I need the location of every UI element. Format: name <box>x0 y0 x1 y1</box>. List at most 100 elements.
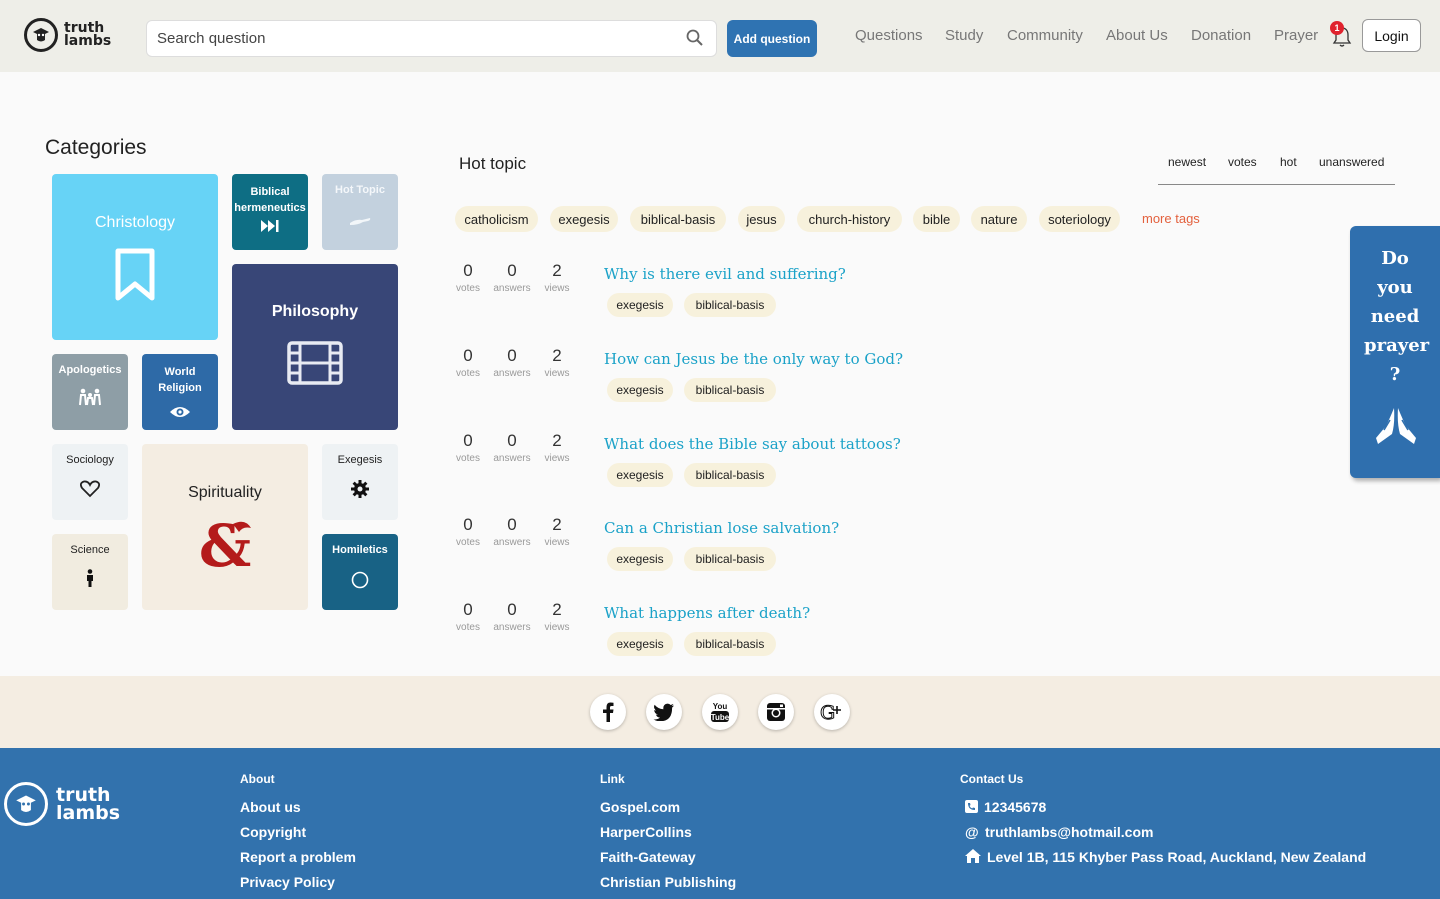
category-tile-exegesis[interactable]: Exegesis <box>322 444 398 520</box>
facebook-icon[interactable] <box>590 694 626 730</box>
tag-chip[interactable]: jesus <box>738 206 785 232</box>
votes-stat: 0 votes <box>456 600 480 633</box>
prayer-line: you <box>1377 277 1413 298</box>
category-tile-apologetics[interactable]: Apologetics <box>52 354 128 430</box>
question-title-link[interactable]: Why is there evil and suffering? <box>604 265 846 283</box>
tag-chip[interactable]: biblical-basis <box>630 206 726 232</box>
gear-icon <box>351 480 369 503</box>
footer-link-christian-publishing[interactable]: Christian Publishing <box>600 874 736 890</box>
question-tag[interactable]: exegesis <box>607 293 673 317</box>
category-tile-spirituality[interactable]: Spirituality & <box>142 444 308 610</box>
question-title-link[interactable]: What does the Bible say about tattoos? <box>604 435 901 453</box>
search-icon[interactable] <box>686 29 704 52</box>
category-tile-homiletics[interactable]: Homiletics <box>322 534 398 610</box>
lamb-logo-icon <box>24 18 58 52</box>
tag-chip[interactable]: catholicism <box>455 206 538 232</box>
tab-votes[interactable]: votes <box>1228 155 1257 169</box>
question-tag[interactable]: exegesis <box>607 632 673 656</box>
category-label: Apologetics <box>58 364 122 376</box>
question-tag[interactable]: biblical-basis <box>684 463 776 487</box>
question-title-link[interactable]: Can a Christian lose salvation? <box>604 519 839 537</box>
category-tile-christology[interactable]: Christology <box>52 174 218 340</box>
question-tag[interactable]: exegesis <box>607 547 673 571</box>
footer-link-harpercollins[interactable]: HarperCollins <box>600 824 692 840</box>
nav-study[interactable]: Study <box>945 27 983 44</box>
category-label: Biblical hermeneutics <box>234 186 306 214</box>
nav-community[interactable]: Community <box>1007 27 1083 44</box>
nav-donation[interactable]: Donation <box>1191 27 1251 44</box>
tag-chip[interactable]: bible <box>913 206 960 232</box>
tag-chip[interactable]: church-history <box>797 206 902 232</box>
views-stat: 2 views <box>544 515 570 548</box>
tag-chip[interactable]: exegesis <box>550 206 618 232</box>
phone-icon <box>965 800 978 818</box>
search-box <box>146 20 717 57</box>
footer-link-copyright[interactable]: Copyright <box>240 824 306 840</box>
google-plus-icon[interactable]: G <box>814 694 850 730</box>
tab-newest[interactable]: newest <box>1168 155 1206 169</box>
instagram-icon[interactable] <box>758 694 794 730</box>
login-button[interactable]: Login <box>1362 19 1421 52</box>
answers-stat: 0 answers <box>493 261 531 294</box>
question-tag[interactable]: biblical-basis <box>684 632 776 656</box>
brand-line-2: lambs <box>64 33 112 49</box>
youtube-icon[interactable]: You Tube <box>702 694 738 730</box>
prayer-line: ? <box>1389 364 1401 385</box>
footer-link-gospel[interactable]: Gospel.com <box>600 799 680 815</box>
question-title-link[interactable]: What happens after death? <box>604 604 810 622</box>
question-tag[interactable]: biblical-basis <box>684 547 776 571</box>
question-tag[interactable]: exegesis <box>607 463 673 487</box>
add-question-button[interactable]: Add question <box>727 20 817 57</box>
category-tile-philosophy[interactable]: Philosophy <box>232 264 398 430</box>
nav-questions[interactable]: Questions <box>855 27 923 44</box>
category-tile-hot-topic[interactable]: Hot Topic <box>322 174 398 250</box>
category-tile-sociology[interactable]: Sociology <box>52 444 128 520</box>
prayer-request-widget[interactable]: Do you need prayer ? <box>1350 226 1440 478</box>
category-tile-biblical-hermeneutics[interactable]: Biblical hermeneutics <box>232 174 308 250</box>
footer-link-about-us[interactable]: About us <box>240 799 301 815</box>
footer-link-privacy-policy[interactable]: Privacy Policy <box>240 874 335 890</box>
tag-chip[interactable]: soteriology <box>1039 206 1120 232</box>
category-tile-science[interactable]: Science <box>52 534 128 610</box>
category-label: Science <box>70 544 110 556</box>
category-tile-world-religion[interactable]: World Religion <box>142 354 218 430</box>
views-stat: 2 views <box>544 431 570 464</box>
svg-text:You: You <box>713 702 728 711</box>
bookmark-icon <box>114 248 156 307</box>
question-tag[interactable]: exegesis <box>607 378 673 402</box>
praying-hands-icon <box>1372 404 1420 451</box>
search-input[interactable] <box>157 30 657 47</box>
category-label: Philosophy <box>271 303 359 320</box>
footer-logo[interactable]: truth lambs <box>4 782 120 826</box>
contact-phone: 12345678 <box>984 799 1047 815</box>
notification-badge: 1 <box>1330 21 1344 35</box>
sort-tabs: newest votes hot unanswered <box>1158 155 1395 185</box>
answers-stat: 0 answers <box>493 600 531 633</box>
site-logo[interactable]: truth lambs <box>24 18 111 52</box>
twitter-icon[interactable] <box>646 694 682 730</box>
svg-text:Tube: Tube <box>711 713 730 722</box>
tab-unanswered[interactable]: unanswered <box>1319 155 1384 169</box>
answers-stat: 0 answers <box>493 346 531 379</box>
tag-chip[interactable]: nature <box>971 206 1027 232</box>
contact-email[interactable]: truthlambs@hotmail.com <box>985 824 1153 840</box>
category-label: Homiletics <box>332 544 388 556</box>
footer-link-report-problem[interactable]: Report a problem <box>240 849 356 865</box>
person-icon <box>86 569 94 592</box>
tab-hot[interactable]: hot <box>1280 155 1297 169</box>
fast-forward-icon <box>260 219 280 238</box>
footer-link-faith-gateway[interactable]: Faith-Gateway <box>600 849 696 865</box>
views-stat: 2 views <box>544 346 570 379</box>
category-label: Spirituality <box>188 484 262 501</box>
social-band: You Tube G <box>0 676 1440 748</box>
circle-icon <box>351 571 369 594</box>
at-icon: @ <box>965 824 979 840</box>
question-title-link[interactable]: How can Jesus be the only way to God? <box>604 350 903 368</box>
more-tags-link[interactable]: more tags <box>1142 211 1200 226</box>
nav-about-us[interactable]: About Us <box>1106 27 1168 44</box>
question-tag[interactable]: biblical-basis <box>684 378 776 402</box>
views-stat: 2 views <box>544 261 570 294</box>
nav-prayer[interactable]: Prayer <box>1274 27 1318 44</box>
question-tag[interactable]: biblical-basis <box>684 293 776 317</box>
votes-stat: 0 votes <box>456 431 480 464</box>
